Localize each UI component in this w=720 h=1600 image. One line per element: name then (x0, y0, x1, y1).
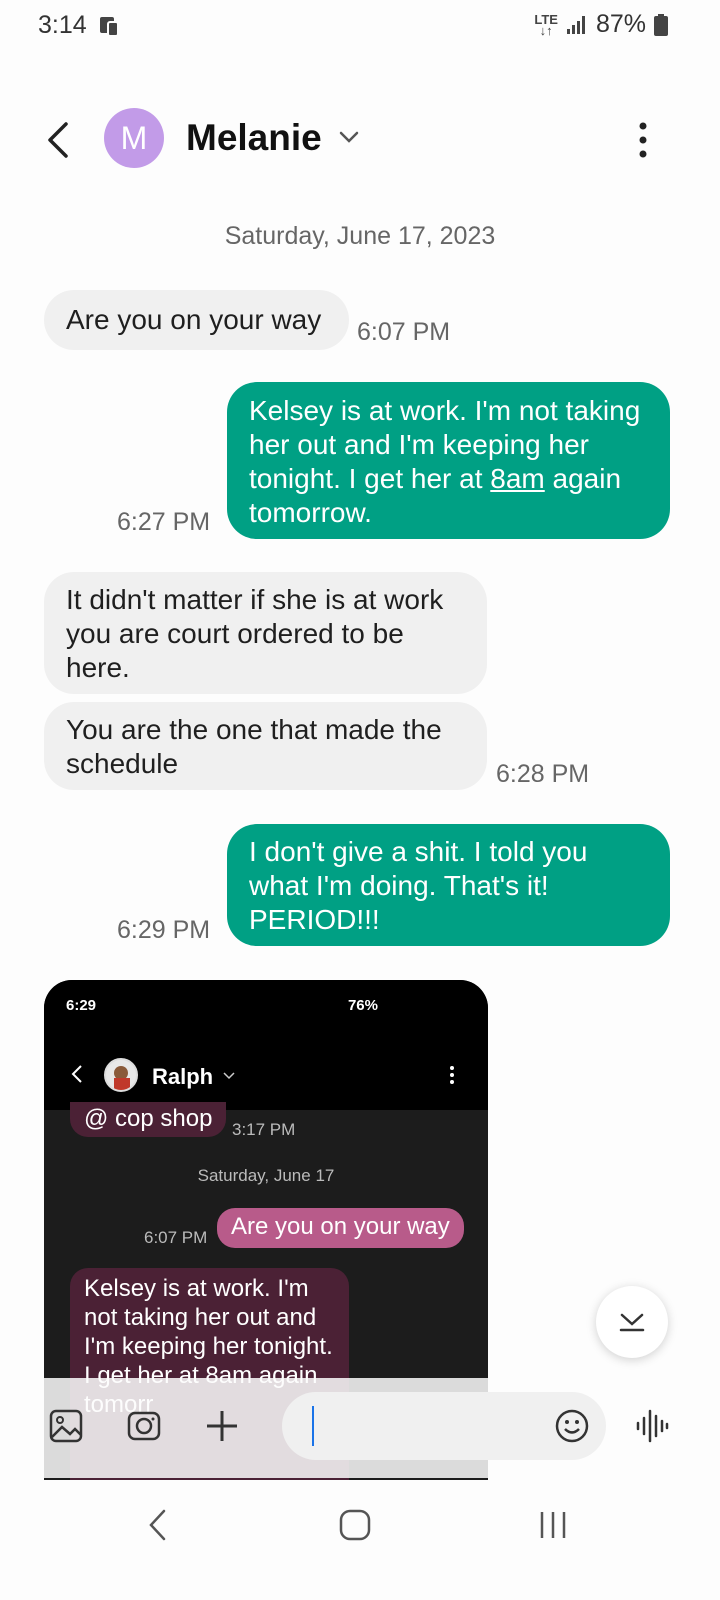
plus-icon[interactable] (204, 1408, 240, 1444)
message-time: 6:27 PM (117, 508, 211, 536)
more-options-icon (450, 1066, 454, 1084)
nav-recents-icon[interactable] (538, 1508, 568, 1542)
back-icon[interactable] (40, 118, 80, 162)
attached-time: 3:17 PM (232, 1120, 296, 1139)
screen-mirror-icon (100, 17, 119, 37)
compose-bar (0, 1378, 720, 1478)
gallery-icon[interactable] (48, 1408, 84, 1444)
attached-message: @ cop shop (70, 1102, 227, 1137)
lte-icon: LTE ↓↑ (534, 11, 558, 38)
contact-name[interactable]: Melanie (186, 117, 322, 159)
attached-battery: 76% (347, 997, 378, 1014)
message-time: 6:28 PM (496, 760, 590, 788)
attached-contact-name: Ralph (152, 1064, 214, 1089)
attached-screenshot-header: 6:29 76% Ralph (44, 980, 488, 1110)
signal-icon (566, 15, 585, 34)
attached-message: Are you on your way (217, 1208, 464, 1248)
message-bubble-outgoing[interactable]: I don't give a shit. I told you what I'm… (227, 824, 670, 946)
status-time: 3:14 (38, 11, 87, 39)
avatar[interactable]: M (104, 108, 164, 168)
message-bubble-incoming[interactable]: You are the one that made the schedule (44, 702, 487, 790)
status-bar: 3:14 LTE ↓↑ 87% (0, 0, 720, 54)
battery-percent: 87% (595, 10, 646, 38)
scroll-to-bottom-button[interactable] (596, 1286, 668, 1358)
battery-icon (654, 13, 668, 36)
attached-time: 6:07 PM (144, 1228, 208, 1247)
attached-status-time: 6:29 (66, 997, 97, 1014)
nav-home-icon[interactable] (338, 1508, 372, 1542)
chevron-down-icon (619, 1313, 645, 1332)
message-bubble-outgoing[interactable]: Kelsey is at work. I'm not taking her ou… (227, 382, 670, 539)
system-nav-bar (0, 1484, 720, 1600)
avatar (104, 1058, 138, 1092)
message-time: 6:29 PM (117, 916, 211, 944)
time-link[interactable]: 8am (490, 463, 544, 494)
nav-back-icon[interactable] (146, 1508, 170, 1542)
back-icon (71, 1065, 82, 1083)
status-right: LTE ↓↑ 87% (534, 10, 668, 39)
conversation-header: M Melanie (0, 100, 720, 180)
chevron-down-icon (223, 1072, 235, 1080)
date-separator: Saturday, June 17, 2023 (224, 222, 496, 250)
voice-record-icon[interactable] (634, 1408, 670, 1444)
emoji-icon[interactable] (554, 1408, 590, 1444)
message-time: 6:07 PM (357, 318, 451, 346)
more-options-icon[interactable] (628, 120, 658, 160)
chevron-down-icon[interactable] (338, 130, 360, 144)
attached-date: Saturday, June 17 (197, 1166, 335, 1185)
camera-icon[interactable] (126, 1408, 162, 1444)
message-bubble-incoming[interactable]: It didn't matter if she is at work you a… (44, 572, 487, 694)
message-input[interactable] (282, 1392, 606, 1460)
text-cursor (312, 1406, 314, 1446)
message-bubble-incoming[interactable]: Are you on your way (44, 290, 349, 350)
